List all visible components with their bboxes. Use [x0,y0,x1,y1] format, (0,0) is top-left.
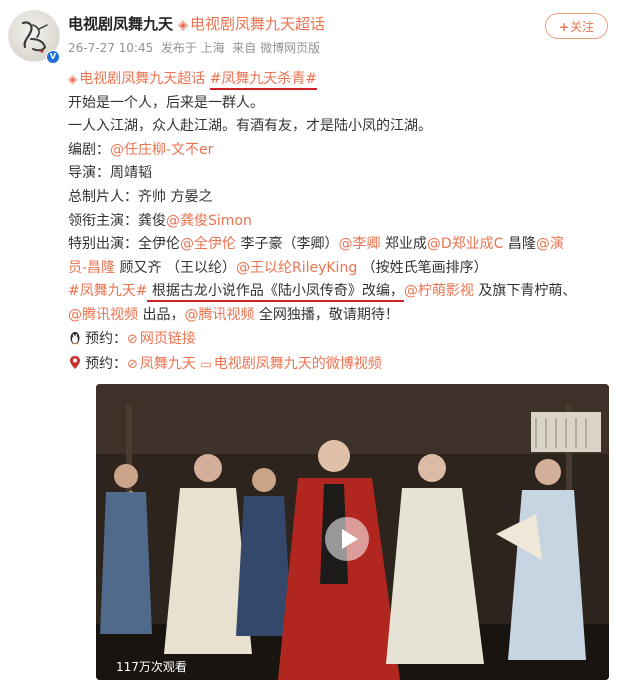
super-topic-label: 电视剧凤舞九天超话 [190,15,326,33]
mention-link[interactable]: @任庄柳-文不er [110,142,213,158]
video-icon: ▭ [200,357,212,372]
video-link[interactable]: ▭ 电视剧凤舞九天的微博视频 [200,356,381,372]
mention-link[interactable]: @D郑业成C [427,236,504,252]
mention-link[interactable]: @龚俊Simon [166,213,252,229]
mention-link[interactable]: @李卿 [338,236,380,252]
follow-label: 关注 [570,20,595,34]
reserve-line-1: 预约：⊘ 网页链接 [68,328,613,354]
mention-link[interactable]: @腾讯视频 [184,307,254,323]
qq-penguin-icon [68,330,82,354]
super-topic-icon: ◈ [68,72,78,86]
follow-button[interactable]: +关注 [545,13,608,39]
adaptation-line: #凤舞九天# 根据古龙小说作品《陆小凤传奇》改编，@柠萌影视 及旗下青柠萌、 [68,280,613,304]
super-topic-icon: ◈ [178,18,188,33]
screenwriter-line: 编剧：@任庄柳-文不er [68,141,214,158]
hashtag-wrap-link[interactable]: #凤舞九天杀青# [209,71,318,90]
web-link[interactable]: ⊘ 网页链接 [127,331,196,347]
producer-line: 总制片人：齐帅 方晏之 [68,188,213,205]
director-line: 导演：周靖韬 [68,165,152,182]
mention-link[interactable]: @王以纶RileyKing [236,260,357,276]
special-cast-line: 特别出演：全伊伦@全伊伦 李子豪（李卿）@李卿 郑业成@D郑业成C 昌隆@演 [68,236,564,253]
post-line-topics: ◈ 电视剧凤舞九天超话 #凤舞九天杀青# [68,68,613,92]
adaptation-text: 根据古龙小说作品《陆小凤传奇》改编， [147,283,404,303]
location-pin-icon [68,355,82,379]
special-cast-line-2: 员-昌隆 顾又齐 （王以纶）@王以纶RileyKing （按姓氏笔画排序） [68,259,488,276]
produce-line: @腾讯视频 出品，@腾讯视频 全网独播，敬请期待！ [68,306,399,323]
link-item[interactable]: ⊘ 凤舞九天 [127,356,196,372]
mention-link[interactable]: @演 [536,236,564,252]
link-icon: ⊘ [127,357,138,373]
post-meta: 26-7-27 10:45 发布于 上海 来自 微博网页版 [68,41,321,55]
super-topic-link-inline[interactable]: ◈ 电视剧凤舞九天超话 [68,71,205,87]
user-name[interactable]: 电视剧凤舞九天 [68,13,173,34]
verified-icon: V [46,50,60,64]
post-line: 一人入江湖，众人赴江湖。有酒有友，才是陆小凤的江湖。 [68,118,432,135]
lead-actor-line: 领衔主演：龚俊@龚俊Simon [68,212,252,229]
mention-link[interactable]: @全伊伦 [180,236,236,252]
mention-link[interactable]: @柠萌影视 [404,283,474,299]
post-body: ◈ 电视剧凤舞九天超话 #凤舞九天杀青# 开始是一个人，后来是一群人。 一人入江湖… [68,68,613,379]
mention-link[interactable]: @腾讯视频 [68,307,138,323]
mention-link[interactable]: 员-昌隆 [68,260,115,276]
super-topic-link[interactable]: ◈ 电视剧凤舞九天超话 [178,13,325,34]
play-icon[interactable] [325,517,369,561]
hashtag-link[interactable]: #凤舞九天# [68,283,147,299]
link-icon: ⊘ [127,331,138,347]
post-line: 开始是一个人，后来是一群人。 [68,94,264,111]
reserve-line-2: 预约：⊘ 凤舞九天 ▭ 电视剧凤舞九天的微博视频 [68,353,613,379]
view-count: 117万次观看 [116,660,187,674]
video-player[interactable]: 117万次观看 [96,384,609,680]
plus-icon: + [558,20,570,34]
